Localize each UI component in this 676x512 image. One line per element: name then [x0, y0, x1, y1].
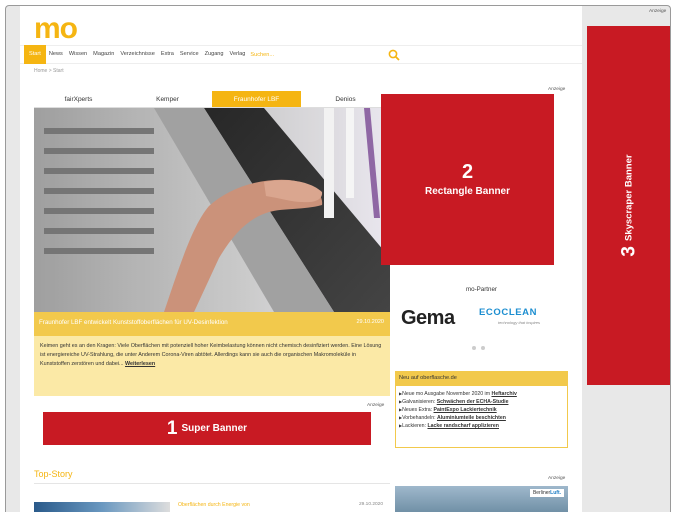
carousel-dot[interactable] [481, 346, 485, 350]
hero-caption-bar[interactable]: Fraunhofer LBF entwickelt Kunststoffober… [34, 312, 390, 336]
skyscraper-banner-content: 3 Skyscraper Banner [619, 154, 640, 257]
site-logo[interactable]: mo [34, 14, 78, 44]
nav-zugang[interactable]: Zugang [202, 45, 227, 64]
tab-fraunhofer-lbf[interactable]: Fraunhofer LBF [212, 91, 301, 107]
list-item-link[interactable]: PaintExpo Lackiertechnik [434, 407, 497, 413]
breadcrumb[interactable]: Home > Start [34, 68, 64, 74]
nav-wissen[interactable]: Wissen [66, 45, 90, 64]
topstory-title[interactable]: Oberflächen durch Energie von [178, 502, 250, 508]
gema-logo[interactable]: Gema [401, 308, 455, 328]
berliner-luft-logo: BerlinerLuft. [529, 489, 564, 497]
rectangle-banner-label: Rectangle Banner [424, 186, 511, 197]
list-item: Neues Extra: PaintExpo Lackiertechnik [399, 406, 564, 414]
gema-logo-text: Gema [401, 307, 455, 329]
list-item-link[interactable]: Schwächen der ECHA-Studie [437, 399, 509, 405]
nav-magazin[interactable]: Magazin [90, 45, 117, 64]
list-item: Galvanisieren: Schwächen der ECHA-Studie [399, 398, 564, 406]
skyscraper-banner-number: 3 [619, 246, 640, 257]
partner-title: mo-Partner [466, 286, 497, 293]
super-banner-anzeige: Anzeige [367, 403, 385, 408]
super-banner-number: 1 [166, 418, 178, 439]
tab-fairxperts[interactable]: fairXperts [34, 91, 123, 107]
berliner-luft-ad[interactable]: BerlinerLuft. [395, 486, 568, 512]
list-item-text: Neue mo Ausgabe November 2020 im [402, 391, 492, 397]
list-item-link[interactable]: Aluminiumteile beschichten [437, 415, 506, 421]
skyscraper-banner-label: Skyscraper Banner [624, 154, 635, 242]
list-item-link[interactable]: Lacke randscharf applizieren [427, 423, 499, 429]
carousel-dots [472, 346, 492, 350]
topstory-heading: Top-Story [34, 469, 73, 479]
nav-verzeichnisse[interactable]: Verzeichnisse [117, 45, 158, 64]
hero-caption: Fraunhofer LBF entwickelt Kunststoffober… [39, 319, 228, 326]
list-item-text: Lackieren: [402, 423, 428, 429]
list-item: Vorbehandeln: Aluminiumteile beschichten [399, 414, 564, 422]
search-icon[interactable] [388, 49, 400, 61]
ecoclean-logo[interactable]: ECOCLEAN [479, 308, 537, 318]
news-box-heading: Neu auf oberflasche.de [395, 371, 568, 386]
nav-start[interactable]: Start [24, 45, 46, 64]
hero-date: 29.10.2020 [356, 319, 384, 325]
ecoclean-tagline: technology that inspires [498, 320, 541, 325]
hero-image[interactable] [34, 108, 390, 312]
berliner-luft-logo-text: Berliner [532, 490, 551, 496]
news-box-list: Neue mo Ausgabe November 2020 im Heftarc… [395, 386, 568, 448]
nav-news[interactable]: News [46, 45, 66, 64]
nav-service[interactable]: Service [177, 45, 202, 64]
skyscraper-banner[interactable]: 3 Skyscraper Banner [587, 26, 670, 385]
read-more-link[interactable]: Weiterlesen [125, 361, 155, 367]
sky-anzeige: Anzeige [649, 9, 667, 14]
nav-extra[interactable]: Extra [158, 45, 177, 64]
partner-tabs: fairXperts Kemper Fraunhofer LBF Denios [34, 91, 390, 108]
nav-verlag[interactable]: Verlag [227, 45, 249, 64]
rectangle-banner[interactable]: 2 Rectangle Banner [381, 94, 554, 265]
search-input[interactable]: Suchen... [250, 52, 274, 58]
list-item-text: Vorbehandeln: [402, 415, 437, 421]
tab-kemper[interactable]: Kemper [123, 91, 212, 107]
hero-teaser: Keimen geht es an den Kragen: Viele Ober… [34, 336, 390, 396]
list-item-text: Neues Extra: [402, 407, 434, 413]
browser-frame: mo Start News Wissen Magazin Verzeichnis… [5, 5, 671, 512]
ad2-anzeige: Anzeige [548, 476, 566, 481]
rectangle-banner-number: 2 [461, 161, 474, 183]
list-item: Neue mo Ausgabe November 2020 im Heftarc… [399, 390, 564, 398]
rect-banner-anzeige: Anzeige [548, 87, 566, 92]
super-banner-label: Super Banner [181, 423, 248, 434]
list-item-text: Galvanisieren: [402, 399, 437, 405]
main-navigation: Start News Wissen Magazin Verzeichnisse … [20, 45, 582, 64]
topstory-image[interactable] [34, 502, 170, 512]
list-item-link[interactable]: Heftarchiv [491, 391, 516, 397]
tab-denios[interactable]: Denios [301, 91, 390, 107]
carousel-dot[interactable] [472, 346, 476, 350]
super-banner[interactable]: 1 Super Banner [43, 412, 371, 445]
berliner-luft-logo-bold: Luft. [550, 490, 561, 496]
hero-teaser-text: Keimen geht es an den Kragen: Viele Ober… [40, 343, 382, 367]
topstory-date: 29.10.2020 [359, 502, 384, 507]
list-item: Lackieren: Lacke randscharf applizieren [399, 422, 564, 430]
topstory-divider [34, 483, 390, 484]
